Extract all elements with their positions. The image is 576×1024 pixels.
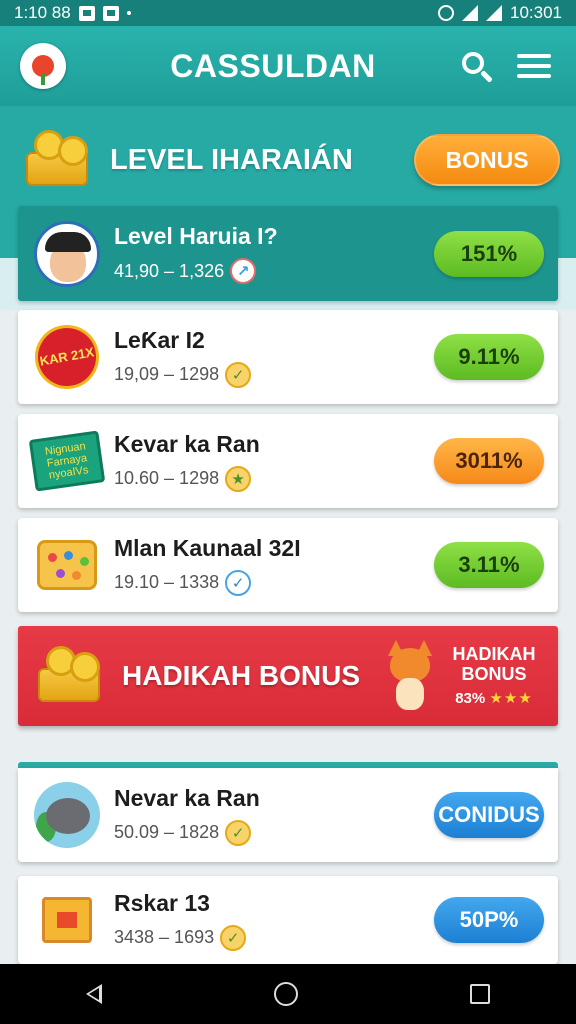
promo-rating: 83% ★★★	[444, 689, 544, 707]
item-name: LeƘar I2	[114, 326, 205, 353]
check-badge-icon: ✓	[225, 569, 252, 596]
featured-percent-button[interactable]: 151%	[434, 230, 544, 277]
raccoon-icon	[34, 782, 100, 848]
recent-apps-icon[interactable]	[470, 984, 490, 1004]
list-item[interactable]: KAR 21X LeƘar I2 19,09 – 1298 ✓ 9.11%	[18, 310, 558, 404]
cell-signal-icon	[486, 5, 502, 21]
alarm-icon	[438, 5, 454, 21]
status-bar: 1:10 88 10:301	[0, 0, 576, 26]
continue-button[interactable]: CONIDUS	[434, 792, 544, 838]
list-item[interactable]: Nevar ka Ran 50.09 – 1828 ✓ CONIDUS	[18, 768, 558, 862]
banner-title: LEVEL IHARAIÁN	[110, 143, 353, 176]
check-badge-icon: ✓	[220, 924, 247, 951]
green-tag-icon: Nignuan Farnaya nyoaIVs	[28, 430, 106, 492]
item-name: Nevar ka Ran	[114, 784, 260, 811]
featured-level-card[interactable]: Level Haruia I? 41,90 – 1,326 ↗ 151%	[18, 206, 558, 301]
featured-name: Level Haruia I?	[114, 223, 278, 249]
treasure-coins-icon	[20, 128, 96, 192]
item-name: Kevar ka Ran	[114, 430, 260, 457]
item-name: Mlan Kaunaal 32I	[114, 534, 301, 561]
item-thumbnail: KAR 21X	[29, 319, 105, 395]
app-bar: CASSULDAN	[0, 26, 576, 106]
search-icon	[462, 52, 484, 74]
item-range: 19.10 – 1338	[114, 572, 220, 592]
item-range: 3438 – 1693	[114, 927, 215, 947]
star-badge-icon: ★	[225, 465, 252, 492]
promo-side-label: HADIKAH BONUS 83% ★★★	[444, 644, 544, 707]
home-icon[interactable]	[274, 982, 298, 1006]
status-time-right: 10:301	[510, 3, 562, 22]
item-thumbnail: Nignuan Farnaya nyoaIVs	[28, 426, 106, 496]
item-thumbnail	[32, 530, 102, 600]
item-range: 10.60 – 1298	[114, 468, 220, 488]
item-range: 19,09 – 1298	[114, 364, 220, 384]
promo-rating-value: 83%	[455, 689, 486, 707]
fox-mascot-icon	[382, 640, 436, 712]
item-percent-button[interactable]: 50P%	[434, 897, 544, 943]
red-sticker-icon: KAR 21X	[29, 319, 105, 395]
hadikah-bonus-promo[interactable]: HADIKAH BONUS HADIKAH BONUS 83% ★★★	[18, 626, 558, 726]
item-thumbnail	[32, 780, 102, 850]
system-nav-bar	[0, 964, 576, 1024]
app-title: CASSULDAN	[170, 47, 376, 84]
trend-badge-icon: ↗	[230, 258, 257, 284]
featured-range: 41,90 – 1,326	[114, 260, 225, 281]
promo-title: HADIKAH BONUS	[122, 660, 360, 691]
toy-box-icon	[37, 540, 97, 590]
list-item[interactable]: Mlan Kaunaal 32I 19.10 – 1338 ✓ 3.11%	[18, 518, 558, 612]
player-avatar	[32, 219, 102, 289]
notification-icon	[78, 5, 95, 21]
search-button[interactable]	[454, 44, 498, 88]
rating-stars-icon: ★★★	[489, 689, 533, 707]
promo-side-title: HADIKAH BONUS	[452, 644, 536, 684]
dot-icon	[126, 11, 131, 15]
bonus-button[interactable]: BONUS	[414, 134, 560, 186]
treasure-coins-icon	[32, 644, 108, 708]
list-item[interactable]: Nignuan Farnaya nyoaIVs Kevar ka Ran 10.…	[18, 414, 558, 508]
banner-row: LEVEL IHARAIÁN BONUS	[20, 118, 560, 202]
item-percent-button[interactable]: 3.11%	[434, 542, 544, 588]
menu-button[interactable]	[512, 44, 556, 88]
menu-icon	[517, 54, 551, 78]
list-item[interactable]: Rskar 13 3438 – 1693 ✓ 50P%	[18, 876, 558, 964]
check-badge-icon: ✓	[225, 361, 252, 388]
back-icon[interactable]	[86, 984, 102, 1004]
item-range: 50.09 – 1828	[114, 822, 220, 842]
item-percent-button[interactable]: 9.11%	[434, 334, 544, 380]
item-thumbnail	[32, 885, 102, 955]
wifi-signal-icon	[462, 5, 478, 21]
download-icon	[102, 5, 119, 21]
item-name: Rskar 13	[114, 889, 210, 916]
item-percent-button[interactable]: 3011%	[434, 438, 544, 484]
gift-box-icon	[42, 897, 92, 943]
status-time-left: 1:10 88	[14, 3, 71, 22]
check-badge-icon: ✓	[225, 819, 252, 846]
flower-logo-icon[interactable]	[20, 43, 66, 89]
